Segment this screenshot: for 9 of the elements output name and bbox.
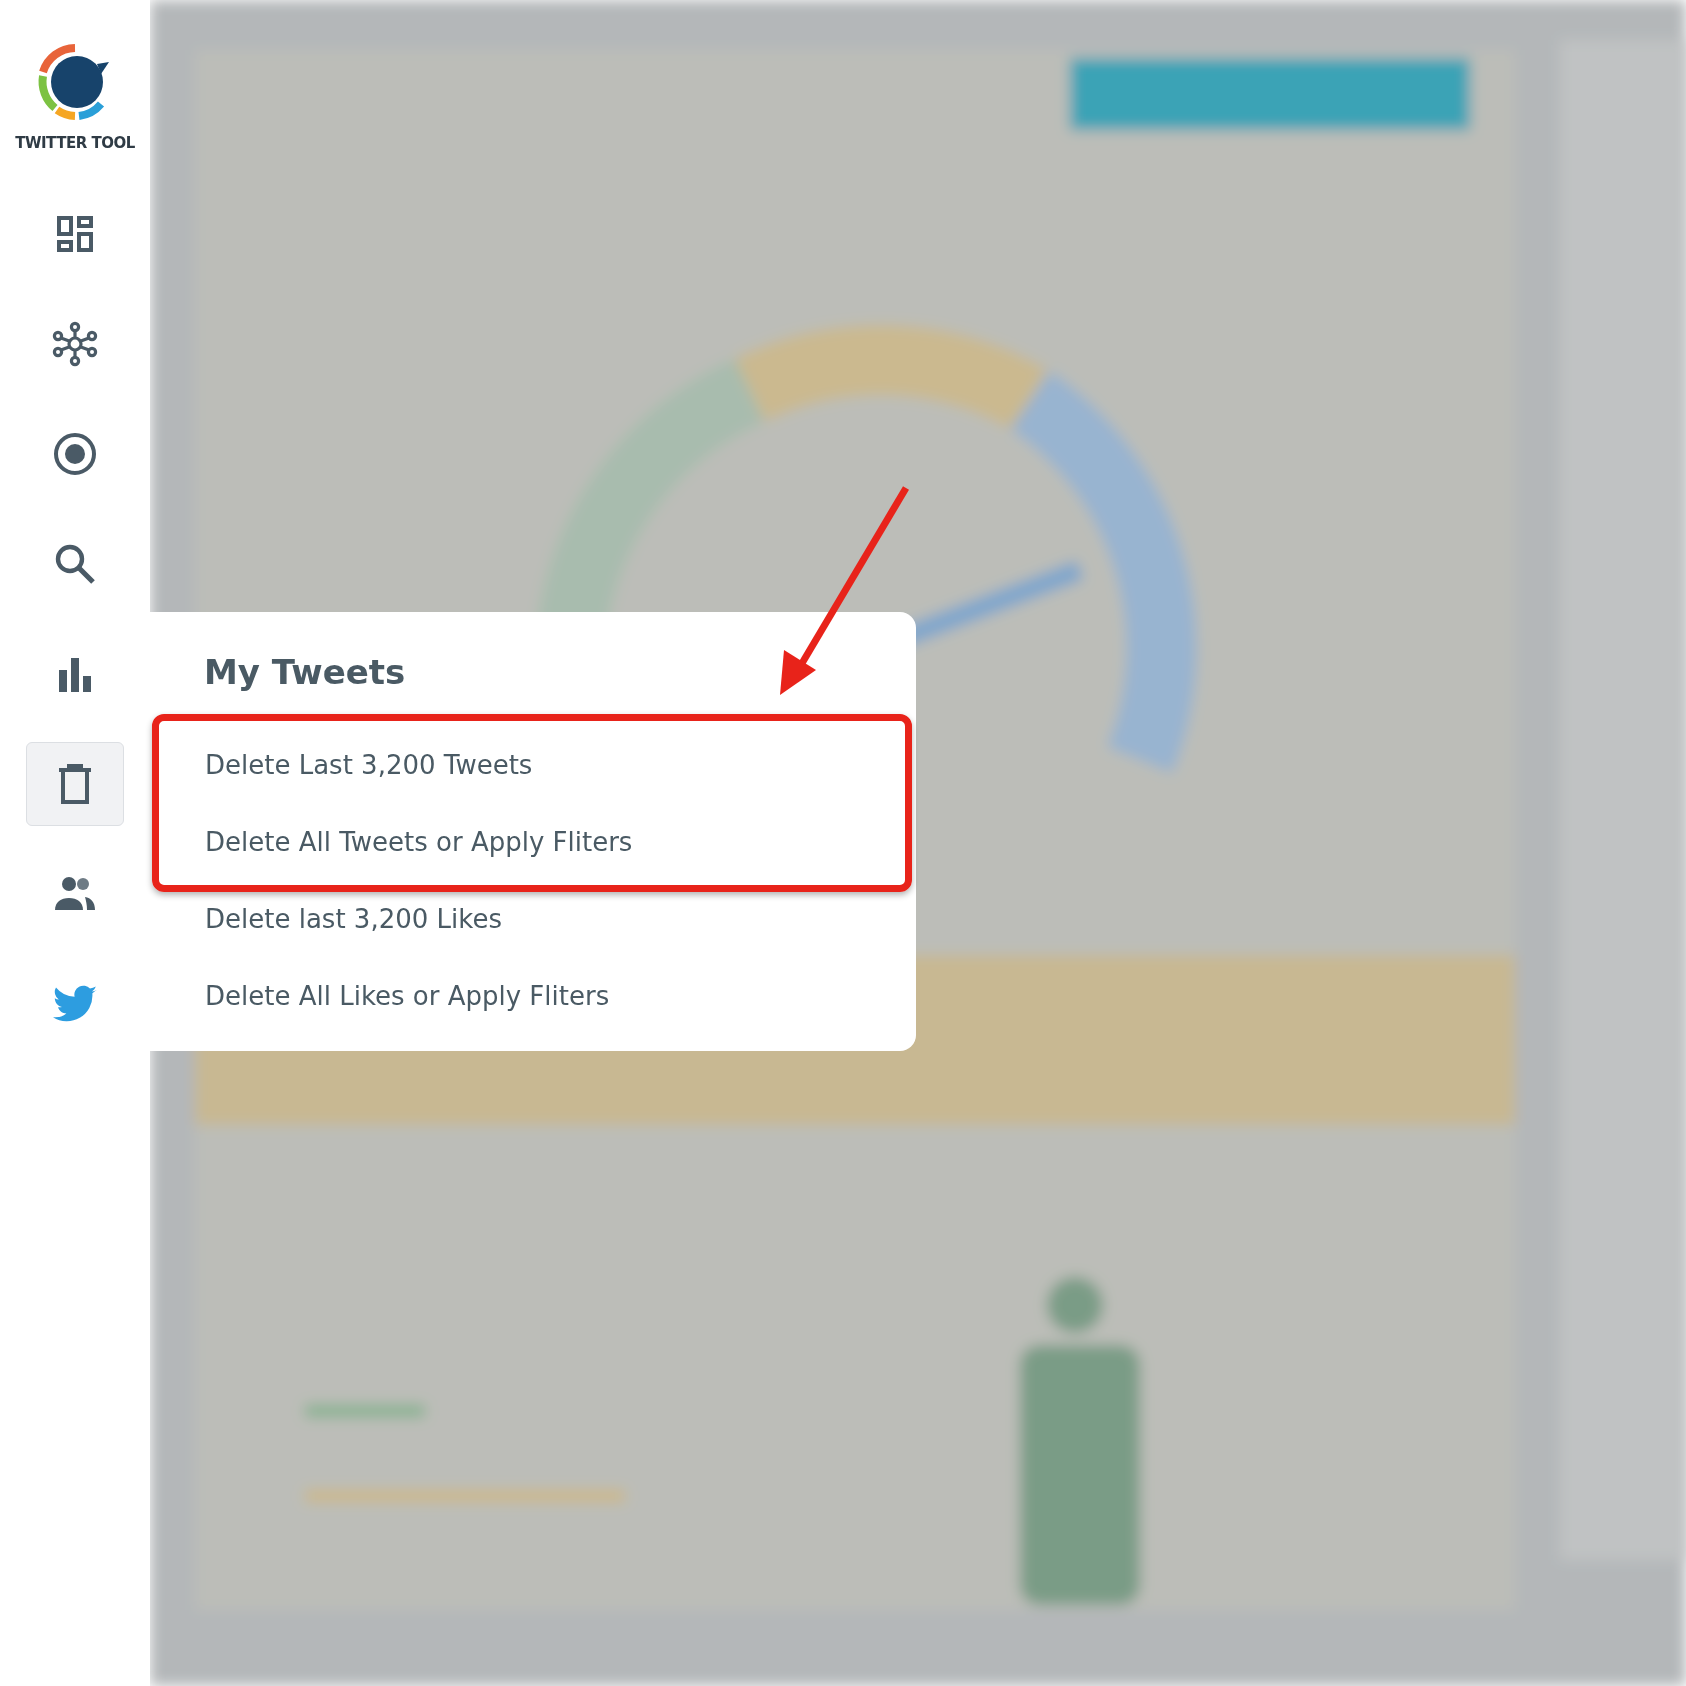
menu-item[interactable]: Delete All Likes or Apply Fliters	[205, 980, 610, 1011]
nav-trash-button[interactable]	[26, 742, 124, 826]
brand-name: TWITTER TOOL	[15, 134, 135, 152]
network-icon	[51, 320, 99, 368]
menu-item[interactable]: Delete Last 3,200 Tweets	[205, 749, 533, 780]
menu-title: My Tweets	[204, 652, 407, 692]
menu-item[interactable]: Delete last 3,200 Likes	[205, 903, 502, 934]
menu-item[interactable]: Delete All Tweets or Apply Fliters	[205, 826, 633, 857]
target-icon	[51, 430, 99, 478]
